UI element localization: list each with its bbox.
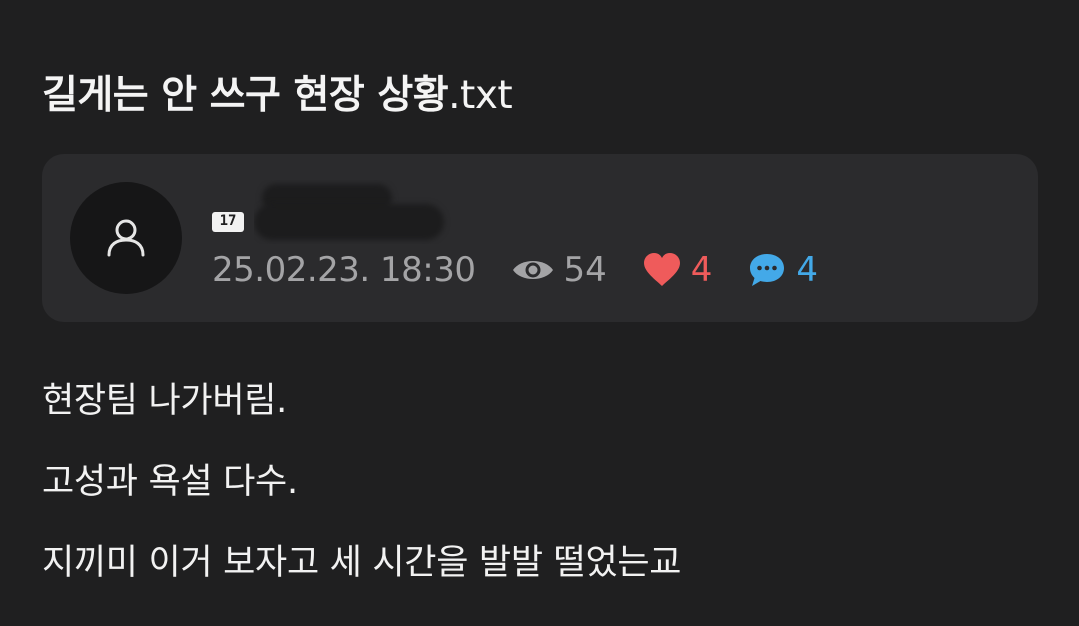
- content-line: 지끼미 이거 보자고 세 시간을 발발 떨었는교: [42, 543, 682, 583]
- post-title-main: 길게는 안 쓰구 현장 상황: [42, 73, 449, 118]
- post-content: 현장팀 나가버림. 고성과 욕설 다수. 지끼미 이거 보자고 세 시간을 발발…: [42, 383, 681, 626]
- content-line: 현장팀 나가버림.: [42, 381, 287, 421]
- views-count: 54: [563, 250, 607, 290]
- user-icon: [107, 219, 145, 257]
- views-stat: 54: [512, 250, 607, 290]
- level-badge: 17: [212, 212, 244, 232]
- post-meta: 25.02.23. 18:30 54 4 4: [212, 250, 854, 290]
- author-card: 17 25.02.23. 18:30 54 4 4: [42, 154, 1038, 322]
- comments-count: 4: [796, 250, 819, 290]
- likes-stat[interactable]: 4: [643, 250, 713, 290]
- post-date: 25.02.23. 18:30: [212, 250, 476, 290]
- eye-icon: [512, 261, 553, 279]
- name-redaction-lower: [254, 204, 444, 240]
- post-title: 길게는 안 쓰구 현장 상황.txt: [42, 64, 513, 120]
- comments-stat[interactable]: 4: [748, 250, 818, 290]
- post-title-extension: .txt: [448, 73, 513, 118]
- avatar[interactable]: [70, 182, 182, 294]
- likes-count: 4: [690, 250, 713, 290]
- heart-icon: [643, 253, 680, 286]
- chat-bubble-icon: [750, 254, 785, 286]
- content-line: 고성과 욕설 다수.: [42, 462, 298, 502]
- author-name[interactable]: [254, 180, 454, 244]
